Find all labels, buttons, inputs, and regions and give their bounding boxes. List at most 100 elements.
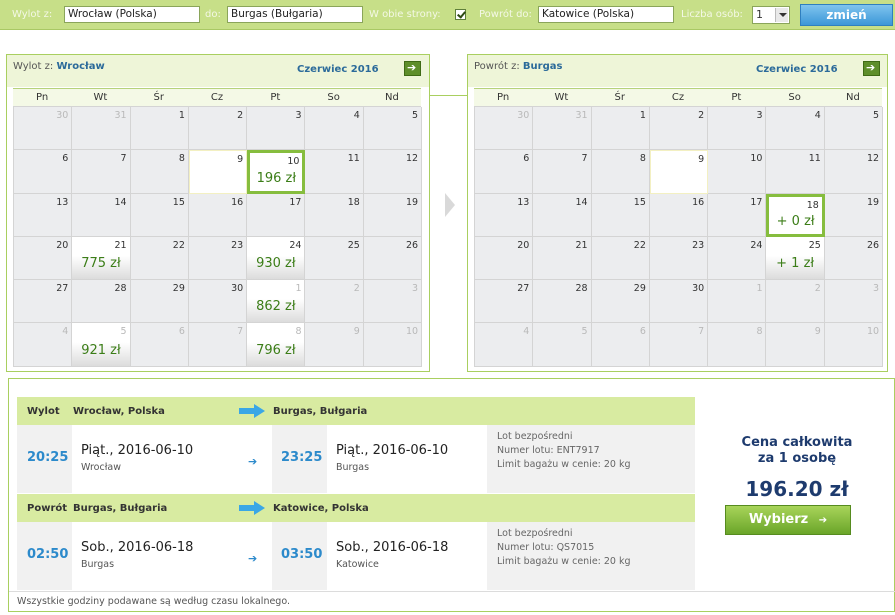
change-search-button[interactable]: zmień: [800, 4, 893, 26]
day-number: 29: [633, 283, 646, 295]
weekday-header: So: [327, 92, 340, 103]
calendar-day-with-price[interactable]: 10 196 zł: [247, 150, 306, 194]
calendar-day: 12: [363, 150, 423, 194]
outbound-arrival-time: 23:25: [281, 450, 323, 465]
day-number: 9: [814, 326, 821, 338]
day-number: 22: [633, 239, 646, 251]
day-number: 17: [289, 196, 302, 208]
return-calendar-title: Powrót z: Burgas: [474, 61, 562, 72]
day-price: 921 zł: [81, 342, 121, 358]
return-calendar-header: Powrót z: Burgas Czerwiec 2016: [468, 55, 887, 87]
calendar-day: 23: [649, 236, 709, 281]
day-number: 5: [581, 326, 588, 338]
total-price-label-line2: za 1 osobę: [757, 451, 837, 466]
day-number: 24: [750, 239, 763, 251]
calendar-day-with-price[interactable]: 18 + 0 zł: [766, 193, 825, 237]
calendar-day: 8: [130, 150, 189, 194]
calendar-day: 30: [649, 280, 709, 324]
calendar-day: 2: [766, 280, 825, 324]
from-input[interactable]: Wrocław (Polska): [64, 6, 200, 23]
calendar-day: 9: [649, 150, 709, 194]
day-number: 10: [287, 156, 300, 168]
day-number: 18: [347, 196, 360, 208]
roundtrip-checkbox[interactable]: [455, 9, 466, 20]
calendar-day: 7: [72, 150, 131, 194]
day-number: 4: [62, 326, 69, 338]
return-segment-label: Powrót: [27, 503, 68, 514]
day-number: 30: [517, 110, 530, 121]
weekday-header: Wt: [93, 92, 108, 103]
calendar-day: 13: [475, 193, 534, 237]
calendar-day: 30: [475, 107, 534, 151]
day-number: 5: [873, 110, 880, 121]
outbound-weekday-row: Pn Wt Śr Cz Pt So Nd: [13, 88, 421, 106]
arrow-right-icon: [239, 404, 265, 418]
day-number: 9: [698, 154, 705, 166]
calendar-day-with-price[interactable]: 8 796 zł: [247, 323, 306, 367]
return-input[interactable]: Katowice (Polska): [538, 6, 674, 23]
flight-summary: Wylot Wrocław, Polska Burgas, Bułgaria 2…: [8, 378, 895, 612]
day-number: 21: [114, 239, 127, 251]
calendar-day: 3: [824, 280, 884, 324]
footer-note: Wszystkie godziny podawane są według cza…: [17, 596, 290, 607]
calendar-day: 11: [766, 150, 825, 194]
day-number: 8: [756, 326, 763, 338]
calendar-day-with-price[interactable]: 24 930 zł: [247, 236, 306, 281]
calendar-day: 21: [533, 236, 592, 281]
outbound-baggage-limit: Limit bagażu w cenie: 20 kg: [497, 459, 631, 470]
total-price-value: 196.20 zł: [745, 477, 849, 501]
persons-select[interactable]: 1: [752, 6, 790, 24]
calendar-day: 18: [305, 193, 364, 237]
calendar-day: 22: [130, 236, 189, 281]
weekday-header: Cz: [671, 92, 685, 103]
calendar-day: 20: [14, 236, 73, 281]
persons-value: 1: [756, 8, 763, 21]
calendar-day: 8: [708, 323, 767, 367]
weekday-header: Pn: [36, 92, 49, 103]
day-number: 28: [114, 283, 127, 295]
chevron-down-icon[interactable]: [775, 8, 788, 22]
return-departure-time: 02:50: [27, 547, 69, 562]
day-number: 2: [814, 283, 821, 295]
calendar-day: 19: [824, 193, 884, 237]
day-number: 25: [347, 239, 360, 251]
weekday-header: Śr: [614, 92, 625, 103]
search-bar: Wylot z: Wrocław (Polska) do: Burgas (Bu…: [0, 0, 895, 30]
calendar-day: 10: [708, 150, 767, 194]
day-number: 12: [866, 153, 880, 165]
calendar-day-with-price[interactable]: 1 862 zł: [247, 280, 306, 324]
day-number: 4: [814, 110, 821, 121]
day-number: 21: [575, 239, 588, 251]
day-number: 28: [575, 283, 588, 295]
day-number: 19: [866, 196, 880, 208]
calendar-day-with-price[interactable]: 5 921 zł: [72, 323, 131, 367]
outbound-next-month-icon[interactable]: [404, 61, 421, 76]
day-number: 25: [808, 239, 821, 251]
day-number: 30: [692, 283, 705, 295]
calendar-arrow-right-icon: [445, 193, 455, 217]
calendar-day: 1: [591, 107, 650, 151]
day-number: 11: [808, 153, 821, 165]
calendar-day: 6: [130, 323, 189, 367]
day-number: 3: [873, 283, 880, 295]
from-label: Wylot z:: [12, 9, 53, 20]
outbound-segment-header: Wylot Wrocław, Polska Burgas, Bułgaria: [17, 397, 695, 425]
calendar-day: 12: [824, 150, 884, 194]
return-arrival-city: Katowice: [336, 559, 379, 570]
outbound-where-city: Wrocław: [56, 61, 105, 72]
to-input[interactable]: Burgas (Bułgaria): [227, 6, 363, 23]
calendar-day: 14: [533, 193, 592, 237]
return-weekday-row: Pn Wt Śr Cz Pt So Nd: [474, 88, 882, 106]
day-number: 4: [523, 326, 530, 338]
day-number: 2: [237, 110, 244, 121]
total-price-label-line1: Cena całkowita: [741, 435, 853, 450]
return-next-month-icon[interactable]: [863, 61, 880, 76]
calendar-day: 22: [591, 236, 650, 281]
choose-button[interactable]: Wybierz ➔: [725, 505, 851, 535]
calendar-day-with-price[interactable]: 21 775 zł: [72, 236, 131, 281]
day-number: 15: [633, 196, 646, 208]
calendar-day-with-price[interactable]: 25 + 1 zł: [766, 236, 825, 281]
day-price: 862 zł: [256, 299, 296, 315]
day-number: 3: [295, 110, 302, 121]
return-label: Powrót do:: [479, 9, 532, 20]
